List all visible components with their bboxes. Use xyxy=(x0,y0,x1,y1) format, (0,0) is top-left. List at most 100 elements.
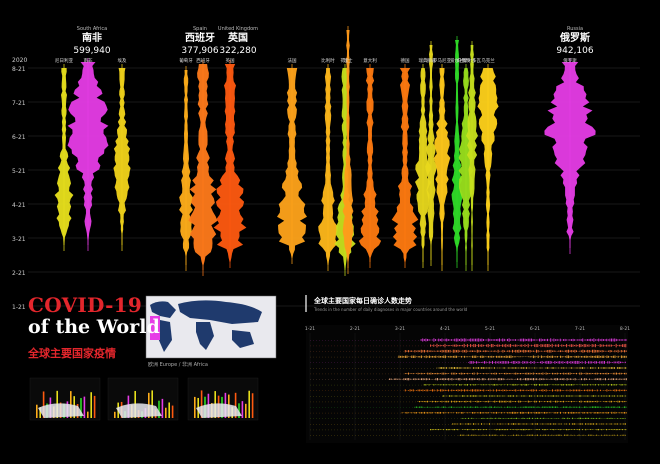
trend-bar xyxy=(619,390,620,392)
trend-bar xyxy=(608,390,609,391)
trend-bar xyxy=(548,424,549,425)
trend-dot xyxy=(310,340,311,341)
trend-bar xyxy=(473,401,474,402)
trend-dot xyxy=(310,396,311,397)
trend-bar xyxy=(483,429,484,430)
chart-svg: 8-217-216-215-214-213-212-211-212020尼日利亚… xyxy=(0,0,660,460)
trend-bar xyxy=(614,389,615,391)
trend-bar xyxy=(580,423,581,424)
trend-dot xyxy=(316,385,317,386)
trend-bar xyxy=(593,401,594,402)
trend-bar xyxy=(436,344,437,348)
trend-bar xyxy=(584,396,585,397)
trend-bar xyxy=(597,350,598,352)
trend-dot xyxy=(310,351,311,352)
trend-bar xyxy=(531,373,532,374)
trend-bar xyxy=(624,367,625,368)
trend-dot xyxy=(310,435,311,436)
trend-bar xyxy=(544,384,545,385)
trend-bar xyxy=(610,356,611,357)
trend-dot xyxy=(325,413,326,414)
trend-dot xyxy=(397,402,398,403)
trend-dot xyxy=(394,402,395,403)
trend-bar xyxy=(418,373,419,375)
trend-bar xyxy=(566,361,567,363)
trend-dot xyxy=(415,418,416,419)
trend-bar xyxy=(533,401,534,402)
trend-dot xyxy=(334,407,335,408)
trend-dot xyxy=(385,407,386,408)
trend-bar xyxy=(459,351,460,352)
trend-bar xyxy=(524,344,525,347)
trend-dot xyxy=(367,390,368,391)
trend-dot xyxy=(343,413,344,414)
trend-dot xyxy=(310,362,311,363)
trend-bar xyxy=(430,356,431,357)
trend-dot xyxy=(406,424,407,425)
trend-bar xyxy=(541,373,542,374)
trend-dot xyxy=(343,430,344,431)
trend-bar xyxy=(512,396,513,397)
trend-bar xyxy=(585,396,586,397)
trend-dot xyxy=(373,402,374,403)
trend-bar xyxy=(480,350,481,351)
trend-bar xyxy=(438,429,439,430)
trend-dot xyxy=(424,346,425,347)
trend-bar xyxy=(582,345,583,347)
trend-dot xyxy=(313,407,314,408)
trend-bar xyxy=(605,351,606,352)
y-tick-label: 8-21 xyxy=(12,66,26,73)
trend-bar xyxy=(550,401,551,403)
trend-bar xyxy=(571,396,572,397)
trend-bar xyxy=(472,373,473,374)
trend-dot xyxy=(310,418,311,419)
trend-bar xyxy=(513,435,514,436)
trend-bar xyxy=(468,423,469,424)
trend-bar xyxy=(443,384,444,385)
trend-bar xyxy=(622,344,623,347)
trend-dot xyxy=(367,368,368,369)
trend-dot xyxy=(352,396,353,397)
trend-bar xyxy=(521,429,522,430)
trend-bar xyxy=(617,429,618,430)
trend-bar xyxy=(614,401,615,402)
trend-dot xyxy=(334,418,335,419)
trend-bar xyxy=(416,390,417,391)
trend-bar xyxy=(411,390,412,391)
trend-bar xyxy=(585,344,586,347)
trend-bar xyxy=(555,345,556,347)
right-panel-subtitle: Trends in the number of daily diagnoses … xyxy=(314,307,467,312)
trend-bar xyxy=(558,384,559,385)
trend-dot xyxy=(349,374,350,375)
trend-dot xyxy=(349,430,350,431)
trend-dot xyxy=(313,424,314,425)
trend-bar xyxy=(437,356,438,357)
trend-bar xyxy=(473,384,474,385)
trend-bar xyxy=(459,373,460,374)
trend-dot xyxy=(310,402,311,403)
trend-dot xyxy=(394,351,395,352)
trend-bar xyxy=(545,339,546,340)
trend-bar xyxy=(550,412,551,413)
trend-bar xyxy=(509,412,510,413)
trend-bar xyxy=(467,373,468,374)
trend-bar xyxy=(592,389,593,391)
trend-dot xyxy=(370,390,371,391)
trend-bar xyxy=(516,424,517,425)
trend-bar xyxy=(478,373,479,374)
trend-bar xyxy=(483,356,484,358)
trend-bar xyxy=(584,401,585,402)
trend-bar xyxy=(483,345,484,347)
trend-bar xyxy=(598,407,599,408)
trend-bar xyxy=(501,407,502,408)
trend-bar xyxy=(560,345,561,346)
trend-dot xyxy=(376,407,377,408)
trend-bar xyxy=(510,429,511,430)
trend-bar xyxy=(445,355,446,358)
trend-dot xyxy=(409,368,410,369)
trend-bar xyxy=(451,351,452,352)
trend-bar xyxy=(516,418,517,419)
trend-bar xyxy=(454,429,455,430)
trend-bar xyxy=(423,378,424,380)
trend-bar xyxy=(526,412,527,413)
